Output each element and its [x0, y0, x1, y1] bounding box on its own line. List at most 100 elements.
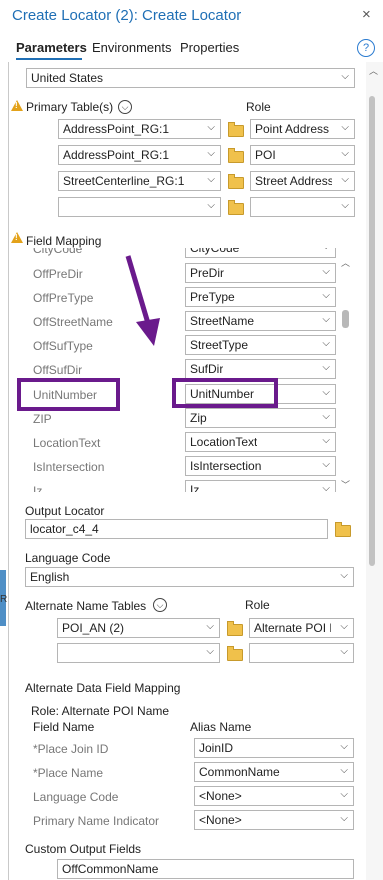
custom-output-field-input[interactable]: OffCommonName — [57, 859, 354, 879]
window-title: Create Locator (2): Create Locator — [12, 7, 242, 24]
field-mapping-select[interactable]: PreDir — [185, 263, 336, 283]
primary-role-value: Point Address — [255, 122, 330, 136]
scroll-up-icon[interactable]: ︿ — [341, 256, 350, 269]
alt-mapping-col-alias: Alias Name — [190, 720, 252, 734]
primary-table-value: AddressPoint_RG:1 — [63, 148, 170, 162]
chevron-down-icon — [340, 789, 348, 800]
output-locator-input[interactable]: locator_c4_4 — [25, 519, 328, 539]
alt-mapping-col-field: Field Name — [33, 720, 95, 734]
field-mapping-value: LocationText — [190, 435, 258, 449]
highlight-box-field-name — [17, 378, 120, 411]
field-mapping-select[interactable]: SufDir — [185, 359, 336, 379]
alt-mapping-value: <None> — [199, 789, 242, 803]
chevron-down-icon — [322, 248, 330, 252]
alternate-table-select-2[interactable] — [57, 643, 220, 663]
scroll-up-icon[interactable]: ︿ — [369, 64, 378, 77]
active-tab-indicator — [16, 58, 82, 60]
main-scroll-thumb[interactable] — [369, 96, 375, 566]
primary-table-select-4[interactable] — [58, 197, 221, 217]
chevron-down-icon — [322, 387, 330, 398]
tab-parameters[interactable]: Parameters — [16, 40, 87, 55]
primary-role-label: Role — [246, 100, 271, 114]
annotation-arrow-icon — [125, 255, 160, 346]
help-icon[interactable]: ? — [357, 39, 375, 57]
field-mapping-row-name: IsIntersection — [33, 460, 105, 474]
field-mapping-select[interactable]: PreType — [185, 287, 336, 307]
chevron-down-icon — [340, 765, 348, 776]
primary-role-select-2[interactable]: POI — [250, 145, 355, 165]
language-code-label: Language Code — [25, 551, 111, 565]
alt-mapping-select[interactable]: JoinID — [194, 738, 354, 758]
field-mapping-scrollbar[interactable] — [340, 254, 352, 490]
primary-table-select-3[interactable]: StreetCenterline_RG:1 — [58, 171, 221, 191]
chevron-down-icon — [340, 813, 348, 824]
primary-tables-label: Primary Table(s) — [26, 100, 114, 114]
alt-mapping-select[interactable]: <None> — [194, 810, 354, 830]
field-mapping-row-name: OffPreDir — [33, 267, 83, 281]
field-mapping-select[interactable]: CityCode — [185, 248, 336, 258]
alt-mapping-row-name: Primary Name Indicator — [33, 814, 160, 828]
chevron-down-icon — [206, 646, 214, 657]
output-locator-label: Output Locator — [25, 504, 105, 518]
country-select[interactable]: United States — [26, 68, 355, 88]
custom-output-field-value: OffCommonName — [62, 862, 159, 876]
folder-icon[interactable] — [228, 174, 244, 189]
primary-table-value: AddressPoint_RG:1 — [63, 122, 170, 136]
folder-icon[interactable] — [335, 522, 351, 537]
expand-chevron-icon[interactable]: ⌵ — [153, 598, 167, 612]
field-mapping-select[interactable]: StreetName — [185, 311, 336, 331]
field-mapping-select[interactable]: Iz — [185, 480, 336, 492]
alt-mapping-select[interactable]: CommonName — [194, 762, 354, 782]
primary-role-select-3[interactable]: Street Address — [250, 171, 355, 191]
tab-properties[interactable]: Properties — [180, 40, 239, 55]
chevron-down-icon — [322, 459, 330, 470]
alt-mapping-row-name: *Place Join ID — [33, 742, 109, 756]
field-mapping-row-name: OffSufType — [33, 339, 93, 353]
expand-chevron-icon[interactable]: ⌵ — [118, 100, 132, 114]
warning-icon-mark: ! — [15, 101, 18, 110]
alternate-role-label: Role — [245, 598, 270, 612]
folder-icon[interactable] — [228, 122, 244, 137]
custom-output-fields-label: Custom Output Fields — [25, 842, 142, 856]
primary-table-select-2[interactable]: AddressPoint_RG:1 — [58, 145, 221, 165]
folder-icon[interactable] — [228, 200, 244, 215]
chevron-down-icon — [341, 174, 349, 185]
folder-icon[interactable] — [227, 621, 243, 636]
field-mapping-value: StreetType — [190, 338, 249, 352]
scroll-down-icon[interactable]: ﹀ — [341, 478, 350, 491]
primary-role-select-4[interactable] — [250, 197, 355, 217]
chevron-down-icon — [322, 290, 330, 301]
folder-icon[interactable] — [228, 148, 244, 163]
tab-environments[interactable]: Environments — [92, 40, 171, 55]
language-code-value: English — [30, 570, 70, 584]
alt-mapping-role-line: Role: Alternate POI Name — [31, 704, 170, 718]
field-mapping-label: Field Mapping — [26, 234, 102, 248]
language-code-select[interactable]: English — [25, 567, 354, 587]
folder-icon[interactable] — [227, 646, 243, 661]
primary-role-select-1[interactable]: Point Address — [250, 119, 355, 139]
chevron-down-icon — [340, 621, 348, 632]
primary-role-value: Street Address — [255, 174, 332, 188]
chevron-down-icon — [340, 570, 348, 581]
field-mapping-select[interactable]: IsIntersection — [185, 456, 336, 476]
chevron-down-icon — [322, 435, 330, 446]
alternate-table-value: POI_AN (2) — [62, 621, 125, 635]
field-mapping-select[interactable]: Zip — [185, 408, 336, 428]
alternate-table-select-1[interactable]: POI_AN (2) — [57, 618, 220, 638]
field-mapping-value: SufDir — [190, 362, 224, 376]
chevron-down-icon — [206, 621, 214, 632]
field-mapping-value: PreType — [190, 290, 235, 304]
field-mapping-select[interactable]: StreetType — [185, 335, 336, 355]
alt-mapping-value: JoinID — [199, 741, 234, 755]
field-mapping-scroll-thumb[interactable] — [342, 310, 349, 328]
close-icon[interactable]: × — [362, 6, 371, 23]
alt-mapping-select[interactable]: <None> — [194, 786, 354, 806]
chevron-down-icon — [207, 200, 215, 211]
primary-role-value: POI — [255, 148, 276, 162]
alternate-role-select-2[interactable] — [249, 643, 354, 663]
field-mapping-select[interactable]: LocationText — [185, 432, 336, 452]
alternate-role-select-1[interactable]: Alternate POI N — [249, 618, 354, 638]
chevron-down-icon — [322, 314, 330, 325]
primary-table-select-1[interactable]: AddressPoint_RG:1 — [58, 119, 221, 139]
field-mapping-value: Iz — [190, 483, 200, 492]
